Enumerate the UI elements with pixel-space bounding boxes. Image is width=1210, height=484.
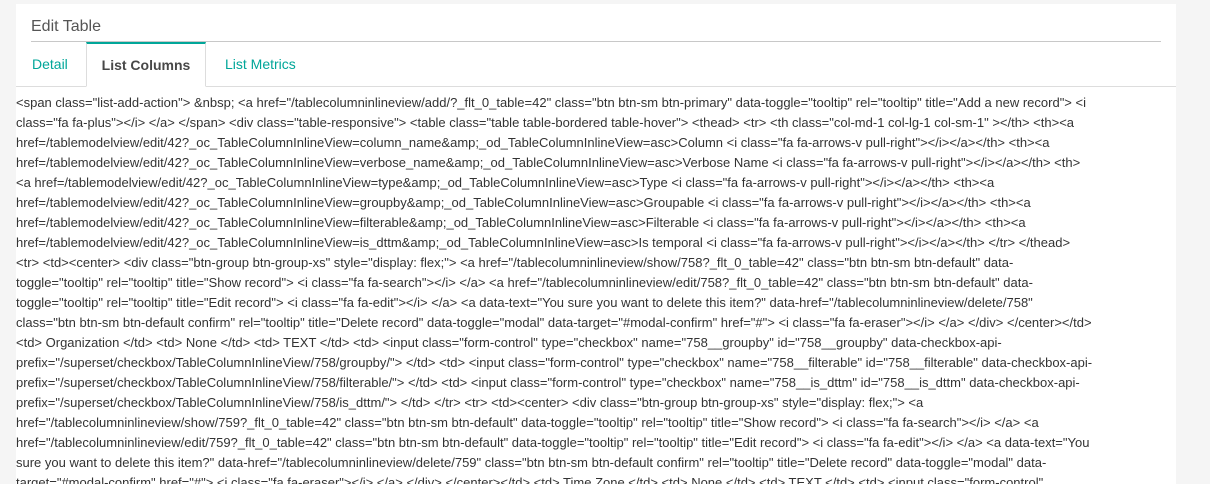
raw-html-line: <td> Organization </td> <td> None </td> …: [16, 335, 1002, 350]
tab-bar: Detail List Columns List Metrics: [16, 42, 1176, 87]
raw-html-line: class="fa fa-plus"></i> </a> </span> <di…: [16, 115, 1075, 130]
raw-html-line: target="#modal-confirm" href="#"> <i cla…: [16, 475, 1044, 484]
raw-html-line: href=/tablemodelview/edit/42?_oc_TableCo…: [16, 155, 1081, 170]
raw-html-line: <span class="list-add-action"> &nbsp; <a…: [16, 95, 1086, 110]
raw-html-line: toggle="tooltip" rel="tooltip" title="Ed…: [16, 295, 1033, 310]
raw-html-line: prefix="/superset/checkbox/TableColumnIn…: [16, 375, 1080, 390]
raw-html-line: href=/tablemodelview/edit/42?_oc_TableCo…: [16, 235, 1071, 250]
raw-html-line: class="btn btn-sm btn-default confirm" r…: [16, 315, 1092, 330]
raw-html-line: href="/tablecolumninlineview/edit/759?_f…: [16, 435, 1090, 450]
raw-html-line: prefix="/superset/checkbox/TableColumnIn…: [16, 355, 1093, 370]
raw-html-line: href=/tablemodelview/edit/42?_oc_TableCo…: [16, 135, 1050, 150]
raw-html-line: toggle="tooltip" rel="tooltip" title="Sh…: [16, 275, 1033, 290]
edit-table-panel: Edit Table Detail List Columns List Metr…: [16, 4, 1176, 484]
raw-html-content: <span class="list-add-action"> &nbsp; <a…: [16, 93, 1176, 484]
raw-html-line: <tr> <td><center> <div class="btn-group …: [16, 255, 1014, 270]
tab-list-columns[interactable]: List Columns: [86, 42, 206, 87]
panel-title: Edit Table: [31, 18, 101, 35]
raw-html-line: sure you want to delete this item?" data…: [16, 455, 1047, 470]
raw-html-line: prefix="/superset/checkbox/TableColumnIn…: [16, 395, 924, 410]
raw-html-line: href=/tablemodelview/edit/42?_oc_TableCo…: [16, 195, 1031, 210]
tab-list-metrics[interactable]: List Metrics: [225, 42, 296, 86]
raw-html-line: href="/tablecolumninlineview/show/759?_f…: [16, 415, 1039, 430]
tab-detail[interactable]: Detail: [32, 42, 68, 86]
raw-html-line: <a href=/tablemodelview/edit/42?_oc_Tabl…: [16, 175, 995, 190]
raw-html-line: href=/tablemodelview/edit/42?_oc_TableCo…: [16, 215, 1026, 230]
